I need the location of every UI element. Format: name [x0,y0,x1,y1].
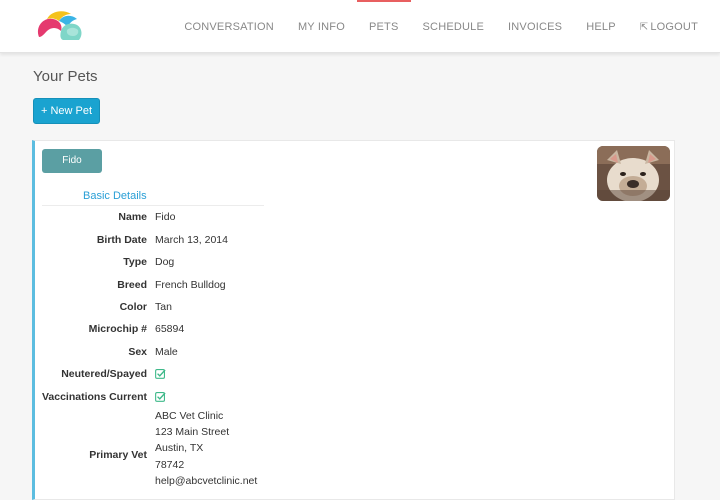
detail-label: Breed [117,279,147,291]
detail-label: Microchip # [88,323,147,335]
section-divider [42,205,264,206]
nav-help[interactable]: HELP [574,0,628,53]
detail-value: Dog [155,256,175,268]
detail-value: March 13, 2014 [155,234,228,246]
detail-label: Birth Date [96,234,147,246]
primary-vet-label: Primary Vet [89,449,147,461]
nav-logout[interactable]: ⇱ LOGOUT [628,0,710,53]
detail-value: 65894 [155,323,185,335]
brand-logo[interactable] [33,9,85,45]
detail-label: Sex [128,346,147,358]
detail-value: French Bulldog [155,279,226,291]
pet-name-button[interactable]: Fido [42,149,102,173]
detail-label: Vaccinations Current [41,391,147,403]
checked-box-icon [155,392,166,402]
top-navbar: CONVERSATION MY INFO PETS SCHEDULE INVOI… [0,0,720,53]
detail-label: Neutered/Spayed [61,368,147,380]
pet-card: Fido Basic Details Name Fido Birth Date … [32,140,675,500]
vet-zip: 78742 [155,458,185,471]
nav-schedule[interactable]: SCHEDULE [411,0,497,53]
nav-my-info[interactable]: MY INFO [286,0,357,53]
checked-box-icon [155,369,166,379]
main-nav: CONVERSATION MY INFO PETS SCHEDULE INVOI… [172,0,710,53]
vet-city-state: Austin, TX [155,442,204,455]
nav-invoices[interactable]: INVOICES [496,0,574,53]
detail-label: Color [119,301,147,313]
logout-label: LOGOUT [650,21,698,33]
detail-label: Name [118,211,147,223]
pet-photo[interactable] [597,146,670,201]
neutered-check [155,367,166,379]
detail-value: Male [155,346,178,358]
vaccinations-check [155,390,166,402]
page-title: Your Pets [33,68,98,85]
nav-pets[interactable]: PETS [356,0,411,53]
primary-vet-address: ABC Vet Clinic 123 Main Street Austin, T… [155,408,257,489]
vet-name: ABC Vet Clinic [155,410,224,422]
basic-details-heading[interactable]: Basic Details [83,190,147,202]
detail-value: Fido [155,211,176,223]
new-pet-button[interactable]: + New Pet [33,98,100,124]
nav-conversation[interactable]: CONVERSATION [172,0,286,53]
detail-value: Tan [155,301,172,313]
detail-label: Type [123,256,147,268]
logout-icon: ⇱ [639,22,649,33]
vet-street: 123 Main Street [155,426,230,439]
